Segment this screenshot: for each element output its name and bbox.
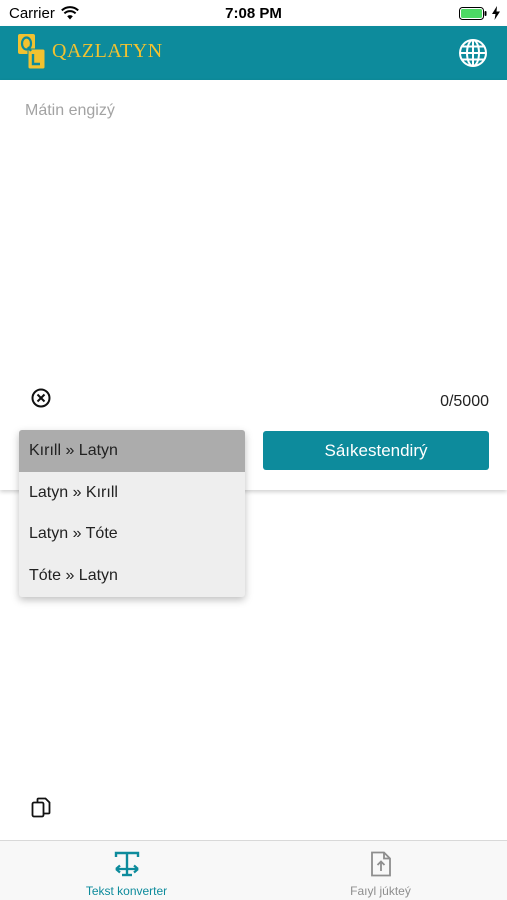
ql-logo-icon — [18, 34, 46, 70]
input-panel: 0/5000 Sáıkestendirý — [0, 80, 507, 490]
globe-icon[interactable] — [457, 37, 489, 69]
charging-bolt-icon — [492, 6, 500, 20]
dropdown-option-tote-to-latin[interactable]: Tóte » Latyn — [19, 555, 245, 597]
text-convert-icon — [114, 851, 139, 877]
tab-file-upload[interactable]: Faıyl júkteý — [254, 841, 507, 900]
status-time: 7:08 PM — [225, 5, 282, 22]
copy-icon[interactable] — [31, 797, 51, 819]
tab-label: Faıyl júkteý — [350, 884, 411, 898]
char-counter: 0/5000 — [440, 393, 489, 410]
app-logo-text: QAZLATYN — [52, 40, 163, 62]
status-bar: Carrier 7:08 PM — [0, 0, 507, 26]
tab-label: Tekst konverter — [85, 884, 168, 898]
battery-icon — [459, 7, 487, 20]
text-input[interactable] — [25, 102, 485, 362]
convert-button[interactable]: Sáıkestendirý — [263, 431, 489, 470]
file-upload-icon — [370, 851, 391, 877]
close-circle-icon[interactable] — [30, 387, 52, 409]
dropdown-option-cyrillic-to-latin[interactable]: Kırıll » Latyn — [19, 430, 245, 472]
conversion-direction-dropdown[interactable]: Kırıll » Latyn Latyn » Kırıll Latyn » Tó… — [19, 430, 245, 597]
app-header: QAZLATYN — [0, 26, 507, 80]
dropdown-option-latin-to-cyrillic[interactable]: Latyn » Kırıll — [19, 472, 245, 514]
tab-bar: Tekst konverter Faıyl júkteý — [0, 840, 507, 900]
dropdown-option-latin-to-tote[interactable]: Latyn » Tóte — [19, 513, 245, 555]
tab-text-converter[interactable]: Tekst konverter — [0, 841, 253, 900]
